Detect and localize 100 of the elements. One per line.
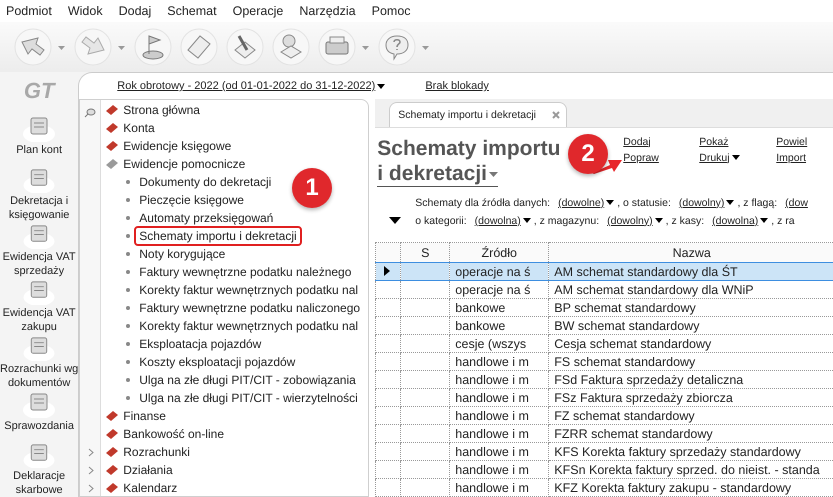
toolbar-icon[interactable] (272, 28, 310, 66)
table-cell: bankowe (455, 300, 506, 314)
tree-item[interactable]: Finanse (80, 407, 166, 425)
bullet-icon (126, 198, 130, 202)
column-header[interactable]: S (400, 242, 450, 262)
filter-dropdown[interactable]: (dow (785, 196, 808, 209)
action-link[interactable]: Powiel (776, 136, 833, 152)
caret-icon[interactable] (522, 218, 531, 224)
printer-icon[interactable] (318, 28, 370, 66)
lock-link[interactable]: Brak blokady (425, 80, 489, 92)
tree-item[interactable]: Bankowość on-line (80, 425, 224, 443)
tree-item[interactable]: Noty korygujące (134, 244, 230, 264)
menu-item[interactable]: Schemat (167, 4, 217, 18)
tree-item[interactable]: Korekty faktur wewnętrznych podatku nal (134, 316, 364, 336)
module-button[interactable]: Rozrachunki wg dokumentów (0, 334, 78, 390)
filter-dropdown[interactable]: (dowolna) (712, 214, 768, 227)
filter-dropdown[interactable]: (dowolna) (474, 214, 531, 227)
fiscal-year-dropdown[interactable]: Rok obrotowy - 2022 (od 01-01-2022 do 31-12-2022) (117, 80, 386, 92)
menu-item[interactable]: Operacje (232, 4, 284, 18)
filter-dropdown[interactable]: (dowolny) (607, 214, 663, 227)
bullet-icon (126, 360, 130, 364)
tree-item[interactable]: Pieczęcie księgowe (134, 190, 249, 210)
menu-item[interactable]: Widok (68, 4, 103, 18)
filter-label: o kategorii: (415, 214, 467, 227)
bullet-icon (126, 180, 130, 184)
filter-label: Schematy dla źródła danych: (415, 196, 550, 209)
toolbar-icon[interactable] (180, 28, 218, 66)
toolbar-icon[interactable] (134, 28, 172, 66)
table-cell: handlowe i m (455, 354, 529, 368)
book-icon (105, 463, 120, 477)
toolbar-icon[interactable] (226, 28, 264, 66)
table-cell: bankowe (455, 318, 506, 332)
menu-item[interactable]: Pomoc (372, 4, 411, 18)
tree-item[interactable]: Strona główna (80, 101, 200, 119)
tree-item[interactable]: Działania (80, 461, 173, 479)
table-cell: handlowe i m (455, 372, 529, 386)
menu-item[interactable]: Dodaj (118, 4, 152, 18)
bullet-icon (126, 306, 130, 310)
caret-icon[interactable] (726, 200, 734, 206)
module-button[interactable]: Sprawozdania (4, 390, 74, 441)
caret-icon[interactable] (760, 218, 768, 224)
caret-icon[interactable] (654, 218, 663, 224)
bullet-icon (126, 342, 130, 346)
action-link[interactable]: Pokaż (699, 136, 776, 152)
table-cell: FSz Faktura sprzedaży zbiorcza (554, 390, 733, 404)
bullet-icon (126, 270, 130, 274)
module-button[interactable]: Dekretacja i księgowanie (8, 166, 70, 222)
filter-label: , z kasy: (666, 214, 704, 227)
column-header[interactable]: Nazwa (548, 242, 833, 262)
filter-dropdown[interactable]: (dowolny) (678, 196, 734, 209)
tree-item[interactable]: Ewidencje księgowe (80, 137, 232, 155)
tree-item[interactable]: Korekty faktur wewnętrznych podatku nal (134, 280, 364, 300)
table-cell: handlowe i m (455, 390, 529, 404)
tree-item[interactable]: Schematy importu i dekretacji (134, 226, 302, 246)
module-button[interactable]: Ewidencja VAT zakupu (2, 278, 76, 334)
filter-label: , z magazynu: (534, 214, 600, 227)
action-link[interactable]: Dodaj (623, 136, 700, 152)
action-link[interactable]: Popraw (623, 152, 700, 168)
tree-item[interactable]: Ulga na złe długi PIT/CIT - zobowiązania (134, 370, 361, 390)
filter-label: , o statusie: (617, 196, 671, 209)
caret-icon[interactable] (377, 84, 386, 89)
table-cell: FZ schemat standardowy (554, 408, 695, 422)
tree-item[interactable]: Kalendarz (80, 479, 178, 497)
tree-item[interactable]: Faktury wewnętrzne podatku naliczonego (134, 298, 366, 318)
menu-item[interactable]: Podmiot (6, 4, 52, 18)
logo: GT (24, 78, 54, 104)
table-cell: FS schemat standardowy (554, 354, 696, 368)
table-cell: handlowe i m (455, 408, 529, 422)
bullet-icon (126, 234, 130, 238)
filter-dropdown[interactable]: (dowolne) (558, 196, 614, 209)
expand-icon[interactable] (389, 217, 402, 224)
tree-item[interactable]: Ewidencje pomocnicze (80, 155, 246, 173)
tree-item[interactable]: Konta (80, 119, 155, 137)
tree-item[interactable]: Rozrachunki (80, 443, 190, 461)
row-pointer-icon (384, 266, 390, 276)
action-link[interactable]: Drukuj (699, 152, 776, 168)
toolbar-icon[interactable] (14, 28, 66, 66)
tree-item[interactable]: Eksploatacja pojazdów (134, 334, 266, 354)
table-cell: AM schemat standardowy dla WNiP (554, 282, 754, 296)
tree-item[interactable]: Dokumenty do dekretacji (134, 172, 276, 192)
caret-icon[interactable] (606, 200, 614, 206)
action-link[interactable]: Import (776, 152, 833, 168)
module-button[interactable]: Deklaracje skarbowe (13, 441, 66, 497)
module-button[interactable]: Ewidencja VAT sprzedaży (2, 222, 76, 278)
caret-icon[interactable] (732, 155, 740, 160)
document-tab[interactable]: Schematy importu i dekretacji (389, 102, 567, 127)
table-cell: handlowe i m (455, 462, 529, 476)
menu-item[interactable]: Narzędzia (299, 4, 356, 18)
table-cell: handlowe i m (455, 480, 529, 494)
tree-item[interactable]: Koszty eksploatacji pojazdów (134, 352, 300, 372)
table-cell: KFSn Korekta faktury sprzed. do nieist. - standa (554, 462, 820, 476)
pin-icon[interactable] (84, 108, 96, 118)
close-icon[interactable] (552, 110, 560, 119)
table-cell: handlowe i m (455, 426, 529, 440)
help-icon[interactable] (378, 28, 430, 66)
module-button[interactable]: Plan kont (16, 114, 62, 166)
column-header[interactable]: Źródło (450, 242, 549, 262)
tree-item[interactable]: Faktury wewnętrzne podatku należnego (134, 262, 356, 282)
tree-item[interactable]: Automaty przeksięgowań (134, 208, 278, 228)
tree-item[interactable]: Ulga na złe długi PIT/CIT - wierzytelności (134, 388, 363, 408)
